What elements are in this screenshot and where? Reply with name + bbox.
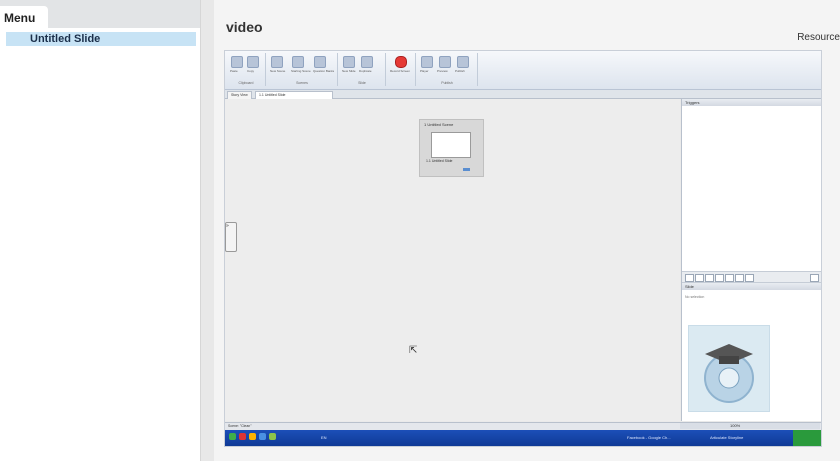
graduation-logo [688, 325, 770, 412]
ribbon-group-label: Scenes [296, 81, 308, 85]
new-scene-label: New Scene [270, 69, 286, 73]
close-icon[interactable] [810, 274, 819, 282]
paste-trigger-icon[interactable] [715, 274, 724, 282]
triggers-body [682, 106, 821, 271]
slide-header[interactable]: Slide [682, 283, 821, 290]
view-tabs: Story View 1.1 Untitled Slide [225, 90, 821, 99]
scene-marker [463, 168, 470, 171]
new-slide-label: New Slide [342, 69, 356, 73]
sidebar-header: Menu [0, 0, 200, 28]
slide-thumbnail[interactable] [431, 132, 471, 158]
ribbon-group-label: Clipboard [238, 81, 254, 85]
sidebar-item-untitled-slide[interactable]: Untitled Slide [6, 32, 196, 46]
video-frame[interactable]: Paste Copy Clipboard New Scene Starting … [224, 50, 822, 447]
ribbon-group-scenes: New Scene Starting Scene Question Banks … [267, 53, 338, 86]
right-panel: Triggers Slide No selection [681, 99, 821, 421]
new-scene-icon[interactable] [271, 56, 283, 68]
new-slide-icon[interactable] [343, 56, 355, 68]
copy-trigger-icon[interactable] [705, 274, 714, 282]
tab-story-view[interactable]: Story View [227, 91, 252, 99]
start-icon[interactable] [229, 433, 236, 440]
taskbar-item-storyline[interactable]: Articulate Storyline [710, 435, 743, 440]
page-title: video [226, 19, 263, 35]
edit-trigger-icon[interactable] [695, 274, 704, 282]
menu-tab[interactable]: Menu [0, 6, 48, 28]
story-canvas[interactable]: 1 Untitled Scene 1.1 Untitled Slide » ⇱ [225, 99, 680, 421]
collapse-panel-button[interactable]: » [225, 222, 237, 252]
media-icon[interactable] [269, 433, 276, 440]
player-label: Player [420, 69, 429, 73]
question-bank-icon[interactable] [314, 56, 326, 68]
duplicate-icon[interactable] [361, 56, 373, 68]
ribbon-group-clipboard: Paste Copy Clipboard [227, 53, 266, 86]
zoom-value: 100% [730, 423, 741, 428]
tab-untitled-slide[interactable]: 1.1 Untitled Slide [255, 91, 333, 99]
starting-scene-label: Starting Scene [291, 69, 311, 73]
scene-card[interactable]: 1 Untitled Scene 1.1 Untitled Slide [419, 119, 484, 177]
triggers-header[interactable]: Triggers [682, 99, 821, 106]
record-icon[interactable] [395, 56, 407, 68]
publish-icon[interactable] [457, 56, 469, 68]
sidebar: Menu Untitled Slide [0, 0, 200, 461]
slide-caption: 1.1 Untitled Slide [426, 159, 453, 163]
status-text: Scene: "Clean" [228, 424, 252, 428]
preview-icon[interactable] [439, 56, 451, 68]
duplicate-label: Duplicate [359, 69, 372, 73]
app-icon[interactable] [239, 433, 246, 440]
system-tray[interactable] [793, 430, 821, 446]
copy-icon[interactable] [247, 56, 259, 68]
ribbon: Paste Copy Clipboard New Scene Starting … [225, 51, 821, 90]
scene-title: 1 Untitled Scene [424, 122, 454, 127]
browser-icon[interactable] [259, 433, 266, 440]
folder-icon[interactable] [249, 433, 256, 440]
question-bank-label: Question Banks [313, 69, 335, 73]
delete-trigger-icon[interactable] [725, 274, 734, 282]
ribbon-group-label: Publish [441, 81, 453, 85]
preview-label: Preview [437, 69, 448, 73]
publish-label: Publish [455, 69, 465, 73]
paste-label: Paste [230, 69, 238, 73]
ribbon-group-record: Record Screen [387, 53, 416, 86]
record-screen-label: Record Screen [390, 69, 411, 73]
move-up-icon[interactable] [735, 274, 744, 282]
windows-taskbar: EN Facebook - Google Ch... Articulate St… [225, 430, 821, 446]
language-indicator[interactable]: EN [321, 435, 327, 440]
zoom-slider[interactable]: 100% [680, 423, 820, 429]
move-down-icon[interactable] [745, 274, 754, 282]
ribbon-group-slide: New Slide Duplicate Slide [339, 53, 386, 86]
trigger-toolbar [682, 271, 821, 283]
cursor-icon: ⇱ [409, 345, 418, 356]
player-icon[interactable] [421, 56, 433, 68]
sidebar-divider[interactable] [200, 0, 215, 461]
resources-link[interactable]: Resource [797, 32, 840, 43]
ribbon-group-label: Slide [358, 81, 366, 85]
paste-icon[interactable] [231, 56, 243, 68]
starting-scene-icon[interactable] [292, 56, 304, 68]
ribbon-group-publish: Player Preview Publish Publish [417, 53, 478, 86]
copy-label: Copy [247, 69, 255, 73]
new-trigger-icon[interactable] [685, 274, 694, 282]
taskbar-item-browser[interactable]: Facebook - Google Ch... [627, 435, 671, 440]
no-selection-text: No selection [685, 295, 705, 299]
